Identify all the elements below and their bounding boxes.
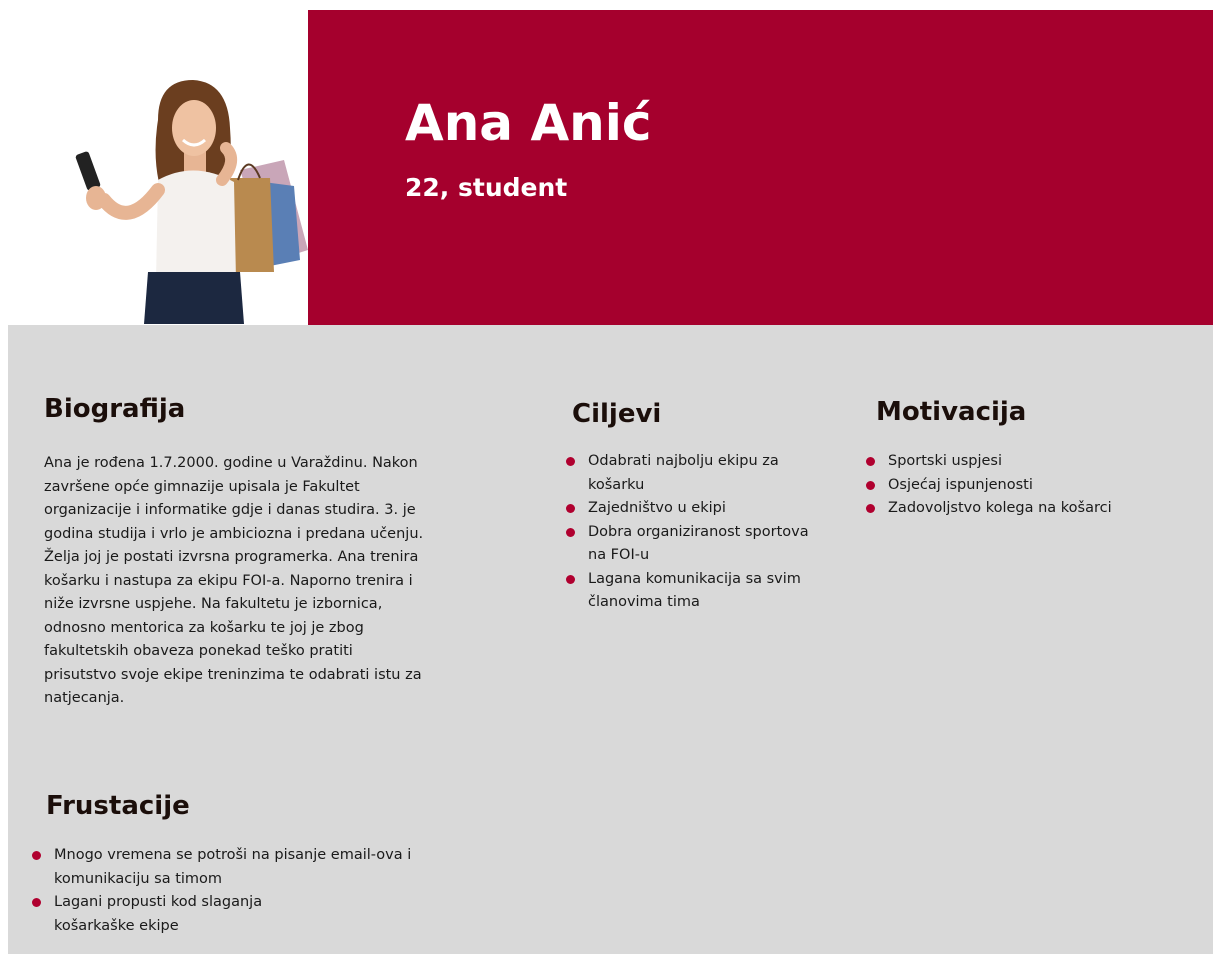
bullet-dot-icon xyxy=(32,851,41,860)
frustrations-list: Mnogo vremena se potroši na pisanje emai… xyxy=(32,844,492,938)
goals-list-item: Dobra organiziranost sportova na FOI-u xyxy=(566,521,826,568)
goals-list-item: Odabrati najbolju ekipu za košarku xyxy=(566,450,826,497)
biography-text: Ana je rođena 1.7.2000. godine u Varaždi… xyxy=(44,455,424,706)
bullet-dot-icon xyxy=(566,574,575,584)
goals-list-item: Lagana komunikacija sa svim članovima ti… xyxy=(566,568,826,615)
bullet-dot-icon xyxy=(866,504,875,513)
bullet-dot-icon xyxy=(866,480,875,490)
persona-photo xyxy=(8,10,308,324)
motivation-title: Motivacija xyxy=(876,397,1027,427)
frustrations-list-item: Lagani propusti kod slaganja košarkaške … xyxy=(32,891,334,938)
persona-header: Ana Anić 22, student xyxy=(0,0,1213,325)
bullet-dot-icon xyxy=(866,457,875,466)
goals-title: Ciljevi xyxy=(572,399,662,429)
bullet-dot-icon xyxy=(566,457,575,466)
bullet-dot-icon xyxy=(566,504,575,513)
biography-title: Biografija xyxy=(44,394,186,424)
header-red-band xyxy=(308,10,1213,325)
frustrations-list-item: Mnogo vremena se potroši na pisanje emai… xyxy=(32,844,492,891)
persona-page: Ana Anić 22, student Biografija Ana je r… xyxy=(0,0,1213,954)
bullet-dot-icon xyxy=(566,527,575,537)
persona-name: Ana Anić xyxy=(405,94,652,152)
persona-subtitle: 22, student xyxy=(405,173,568,202)
frustrations-title: Frustacije xyxy=(46,791,190,821)
bullet-dot-icon xyxy=(32,898,41,907)
motivation-list-item: Osjećaj ispunjenosti xyxy=(866,474,1166,498)
motivation-list-item: Zadovoljstvo kolega na košarci xyxy=(866,497,1166,521)
motivation-list: Sportski uspjesi Osjećaj ispunjenosti Za… xyxy=(866,450,1166,521)
goals-list: Odabrati najbolju ekipu za košarku Zajed… xyxy=(566,450,826,615)
woman-with-shopping-bags-icon xyxy=(75,80,308,324)
goals-list-item: Zajedništvo u ekipi xyxy=(566,497,826,521)
motivation-list-item: Sportski uspjesi xyxy=(866,450,1166,474)
